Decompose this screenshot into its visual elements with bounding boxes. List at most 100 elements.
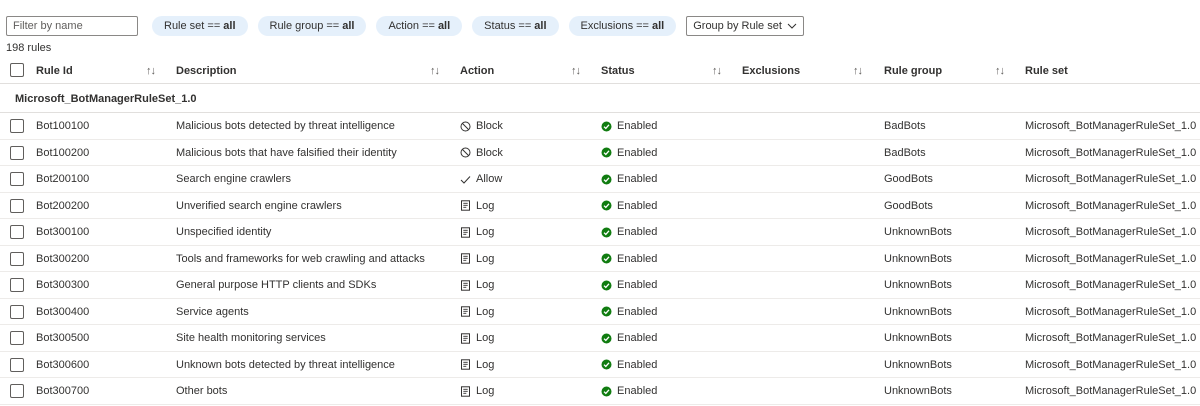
row-checkbox[interactable] — [10, 251, 24, 266]
action-cell: Log — [460, 325, 494, 351]
log-icon — [461, 385, 470, 397]
status-label: Enabled — [617, 120, 658, 132]
check-circle-icon — [601, 306, 612, 317]
description-cell: Malicious bots that have falsified their… — [176, 146, 397, 159]
group-header[interactable]: Microsoft_BotManagerRuleSet_1.0 — [0, 84, 1200, 113]
table-row[interactable]: Bot300300 General purpose HTTP clients an… — [0, 272, 1200, 299]
row-checkbox[interactable] — [10, 225, 24, 239]
rule-set-cell: Microsoft_BotManagerRuleSet_1.0 — [1025, 332, 1197, 344]
status-label: Enabled — [617, 252, 658, 265]
rule-id-cell[interactable]: Bot300200 — [36, 246, 89, 272]
column-header-rule-set[interactable]: Rule set — [1025, 57, 1068, 84]
rule-id-cell[interactable]: Bot300700 — [36, 378, 89, 404]
action-cell: Log — [460, 299, 494, 325]
rule-set-cell: Microsoft_BotManagerRuleSet_1.0 — [1025, 199, 1197, 212]
pill-label: Action == — [388, 20, 435, 32]
rule-group-cell: UnknownBots — [884, 226, 952, 238]
table-row[interactable]: Bot300200 Tools and frameworks for web cr… — [0, 246, 1200, 272]
check-circle-icon — [601, 280, 612, 290]
action-cell: Block — [460, 113, 503, 139]
row-checkbox[interactable] — [10, 278, 24, 292]
action-cell: Log — [460, 352, 494, 378]
column-header-exclusions[interactable]: Exclusions — [742, 57, 800, 84]
row-checkbox[interactable] — [10, 119, 24, 133]
row-checkbox[interactable] — [10, 331, 24, 345]
rule-id-cell[interactable]: Bot300100 — [36, 219, 89, 245]
row-checkbox[interactable] — [10, 172, 24, 186]
rule-group-filter-pill[interactable]: Rule group == all — [257, 16, 367, 36]
table-row[interactable]: Bot300600 Unknown bots detected by threat… — [0, 352, 1200, 378]
row-checkbox[interactable] — [10, 384, 24, 398]
rule-id-cell[interactable]: Bot100100 — [36, 113, 89, 139]
log-icon — [461, 306, 470, 317]
rule-set-cell: Microsoft_BotManagerRuleSet_1.0 — [1025, 358, 1197, 371]
table-row[interactable]: Bot100100 Malicious bots detected by thre… — [0, 113, 1200, 140]
exclusions-filter-pill[interactable]: Exclusions == all — [568, 16, 677, 36]
column-header-action[interactable]: Action — [460, 57, 494, 84]
rule-id-cell[interactable]: Bot300300 — [36, 272, 89, 298]
status-cell: Enabled — [601, 352, 657, 378]
row-checkbox[interactable] — [10, 145, 24, 160]
status-cell: Enabled — [601, 246, 657, 272]
rule-set-cell: Microsoft_BotManagerRuleSet_1.0 — [1025, 279, 1197, 291]
status-cell: Enabled — [601, 166, 657, 192]
pill-label: Status == — [484, 20, 532, 32]
checkmark-icon — [460, 175, 471, 184]
select-all-checkbox[interactable] — [10, 63, 24, 77]
row-checkbox[interactable] — [10, 198, 24, 213]
filter-bar: Rule set ==all Rule group ==all Action =… — [6, 15, 804, 37]
table-row[interactable]: Bot200100 Search engine crawlers Allow Enab… — [0, 166, 1200, 193]
pill-value: all — [437, 20, 451, 32]
table-header: Rule Id ↑↓ Description ↑↓ Action ↑↓ Stat… — [0, 57, 1200, 84]
status-cell: Enabled — [601, 113, 657, 139]
status-label: Enabled — [617, 226, 658, 238]
action-label: Log — [476, 279, 495, 291]
table-row[interactable]: Bot200200 Unverified search engine crawle… — [0, 193, 1200, 219]
column-header-rule-group[interactable]: Rule group — [884, 57, 942, 84]
sort-description-icon[interactable]: ↑↓ — [430, 57, 440, 84]
rule-id-cell[interactable]: Bot200200 — [36, 193, 89, 219]
column-header-rule-id[interactable]: Rule Id — [36, 57, 73, 84]
table-row[interactable]: Bot300700 Other bots Log Enabled UnknownBots… — [0, 378, 1200, 405]
filter-by-name-input[interactable] — [6, 16, 138, 36]
action-label: Block — [476, 146, 503, 159]
sort-rule-id-icon[interactable]: ↑↓ — [146, 57, 156, 84]
status-cell: Enabled — [601, 272, 657, 298]
table-row[interactable]: Bot300500 Site health monitoring services… — [0, 325, 1200, 352]
rule-set-cell: Microsoft_BotManagerRuleSet_1.0 — [1025, 146, 1197, 159]
action-cell: Log — [460, 193, 494, 219]
column-header-description[interactable]: Description — [176, 57, 237, 84]
rule-id-cell[interactable]: Bot300400 — [36, 299, 89, 325]
pill-value: all — [651, 20, 665, 32]
rule-set-cell: Microsoft_BotManagerRuleSet_1.0 — [1025, 252, 1197, 265]
action-filter-pill[interactable]: Action == all — [376, 16, 463, 36]
group-by-dropdown[interactable]: Group by Rule set — [686, 16, 804, 36]
rule-group-cell: UnknownBots — [884, 279, 952, 291]
rule-id-cell[interactable]: Bot100200 — [36, 140, 89, 166]
column-header-status[interactable]: Status — [601, 57, 635, 84]
rule-id-cell[interactable]: Bot200100 — [36, 166, 89, 192]
sort-status-icon[interactable]: ↑↓ — [712, 57, 722, 84]
table-row[interactable]: Bot300100 Unspecified identity Log Enabled U… — [0, 219, 1200, 246]
row-checkbox[interactable] — [10, 304, 24, 319]
status-cell: Enabled — [601, 299, 657, 325]
rule-id-cell[interactable]: Bot300500 — [36, 325, 89, 351]
rule-id-cell[interactable]: Bot300600 — [36, 352, 89, 378]
rule-count: 198 rules — [6, 42, 52, 54]
sort-rule-group-icon[interactable]: ↑↓ — [995, 57, 1005, 84]
table-row[interactable]: Bot300400 Service agents Log Enabled Unknown… — [0, 299, 1200, 325]
pill-value: all — [223, 20, 236, 32]
rules-table-body: Bot100100 Malicious bots detected by thre… — [0, 113, 1200, 405]
check-circle-icon — [601, 359, 612, 370]
table-row[interactable]: Bot100200 Malicious bots that have falsif… — [0, 140, 1200, 166]
status-label: Enabled — [617, 146, 658, 159]
check-circle-icon — [601, 174, 612, 184]
rule-set-filter-pill[interactable]: Rule set == all — [152, 16, 248, 36]
sort-exclusions-icon[interactable]: ↑↓ — [853, 57, 863, 84]
status-label: Enabled — [617, 358, 658, 371]
status-filter-pill[interactable]: Status == all — [472, 16, 559, 36]
sort-action-icon[interactable]: ↑↓ — [571, 57, 581, 84]
action-label: Log — [476, 332, 495, 344]
action-label: Log — [476, 199, 495, 212]
row-checkbox[interactable] — [10, 357, 24, 372]
